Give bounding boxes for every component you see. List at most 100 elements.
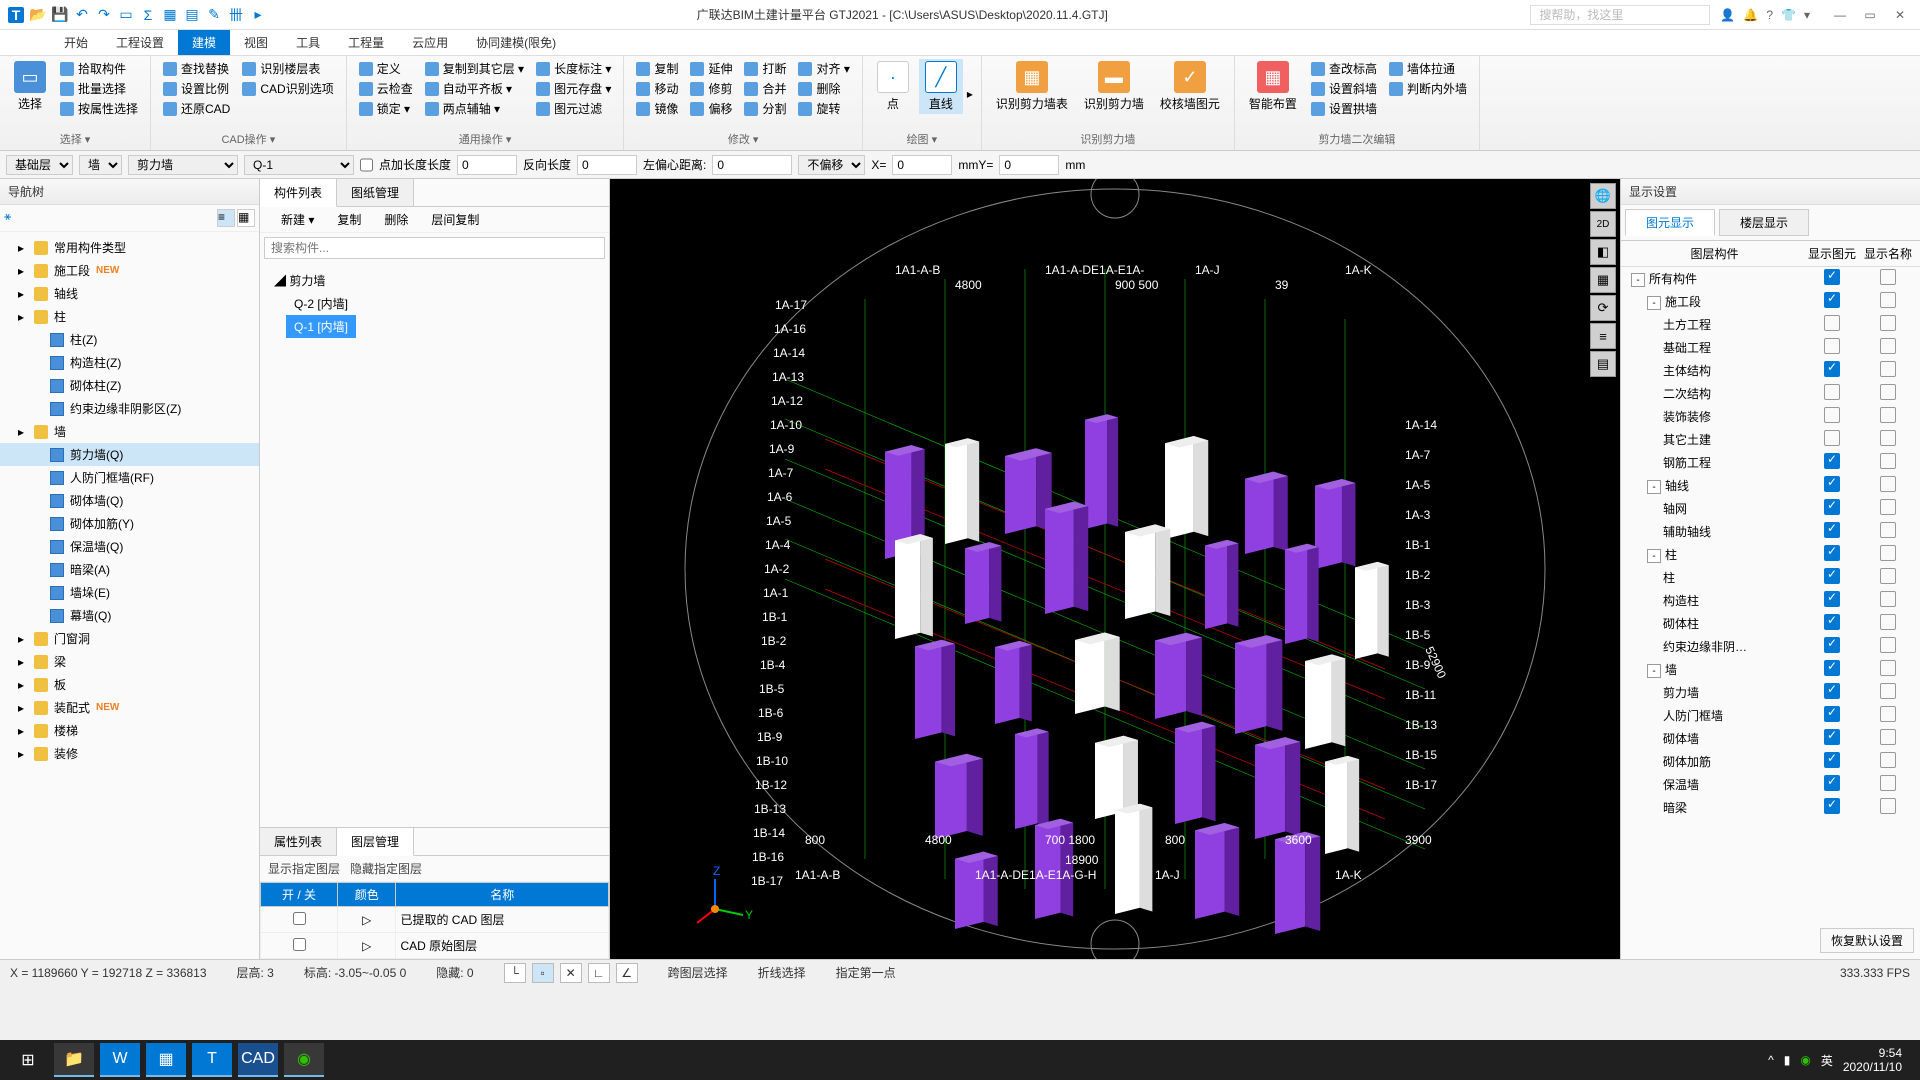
component-tool[interactable]: 删除 bbox=[369, 211, 408, 228]
nav-item[interactable]: 砌体加筋(Y) bbox=[0, 512, 259, 535]
identify-shearwall-button[interactable]: ▬识别剪力墙 bbox=[1078, 59, 1150, 114]
checkbox[interactable] bbox=[1880, 361, 1896, 377]
status-cross-layer[interactable]: 跨图层选择 bbox=[668, 964, 728, 981]
menu-4[interactable]: 工具 bbox=[282, 30, 334, 55]
component-tool[interactable]: 复制 bbox=[322, 211, 361, 228]
redo-icon[interactable]: ↷ bbox=[96, 7, 112, 23]
display-row[interactable]: 暗梁 bbox=[1621, 796, 1920, 819]
checkbox[interactable] bbox=[1824, 407, 1840, 423]
tab-properties[interactable]: 属性列表 bbox=[260, 828, 337, 855]
verify-wall-button[interactable]: ✓校核墙图元 bbox=[1154, 59, 1226, 114]
checkbox[interactable] bbox=[1824, 430, 1840, 446]
taskbar-gtj[interactable]: T bbox=[192, 1043, 232, 1077]
checkbox[interactable] bbox=[1824, 499, 1840, 515]
ribbon-item[interactable]: 两点辅轴 ▾ bbox=[421, 99, 528, 118]
checkbox[interactable] bbox=[1880, 683, 1896, 699]
checkbox[interactable] bbox=[1824, 775, 1840, 791]
nav-filter-icon[interactable]: ⚹ bbox=[4, 209, 11, 227]
floor-select[interactable]: 基础层 bbox=[6, 155, 73, 175]
ribbon-item[interactable]: 定义 bbox=[355, 59, 417, 78]
menu-7[interactable]: 协同建模(限免) bbox=[462, 30, 570, 55]
checkbox[interactable] bbox=[1880, 706, 1896, 722]
checkbox[interactable] bbox=[1880, 430, 1896, 446]
settings-icon[interactable]: ▸ bbox=[250, 7, 266, 23]
report-icon[interactable]: ▦ bbox=[162, 7, 178, 23]
checkbox[interactable] bbox=[1880, 407, 1896, 423]
taskbar-wps[interactable]: W bbox=[100, 1043, 140, 1077]
menu-2[interactable]: 建模 bbox=[178, 30, 230, 55]
ribbon-item[interactable]: 按属性选择 bbox=[56, 99, 142, 118]
snap-angle-icon[interactable]: ∠ bbox=[616, 963, 638, 983]
reverse-length-input[interactable] bbox=[577, 155, 637, 175]
checkbox[interactable] bbox=[1880, 269, 1896, 285]
display-row[interactable]: -施工段 bbox=[1621, 290, 1920, 313]
display-row[interactable]: 钢筋工程 bbox=[1621, 451, 1920, 474]
add-length-checkbox[interactable] bbox=[360, 155, 373, 175]
ribbon-item[interactable]: 判断内外墙 bbox=[1385, 79, 1471, 98]
nav-item[interactable]: ▸门窗洞 bbox=[0, 627, 259, 650]
offset-input[interactable] bbox=[712, 155, 792, 175]
checkbox[interactable] bbox=[1880, 315, 1896, 331]
nav-item[interactable]: ▸板 bbox=[0, 673, 259, 696]
type-select[interactable]: 剪力墙 bbox=[128, 155, 238, 175]
show-layer-button[interactable]: 显示指定图层 bbox=[268, 862, 340, 876]
display-row[interactable]: 装饰装修 bbox=[1621, 405, 1920, 428]
nav-item[interactable]: 墙垛(E) bbox=[0, 581, 259, 604]
start-button[interactable]: ⊞ bbox=[8, 1043, 48, 1077]
display-row[interactable]: 约束边缘非阴… bbox=[1621, 635, 1920, 658]
ribbon-item[interactable]: 复制到其它层 ▾ bbox=[421, 59, 528, 78]
nav-item[interactable]: ▸轴线 bbox=[0, 282, 259, 305]
checkbox[interactable] bbox=[1824, 706, 1840, 722]
checkbox[interactable] bbox=[1880, 729, 1896, 745]
list-view-icon[interactable]: ≡ bbox=[217, 209, 235, 227]
nav-item[interactable]: ▸装修 bbox=[0, 742, 259, 765]
close-button[interactable]: ✕ bbox=[1890, 8, 1910, 22]
ribbon-item[interactable]: 还原CAD bbox=[159, 99, 234, 118]
checkbox[interactable] bbox=[1880, 660, 1896, 676]
y-input[interactable] bbox=[999, 155, 1059, 175]
ribbon-item[interactable]: 批量选择 bbox=[56, 79, 142, 98]
ribbon-item[interactable]: 图元过滤 bbox=[532, 99, 615, 118]
nav-item[interactable]: 构造柱(Z) bbox=[0, 351, 259, 374]
nav-item[interactable]: ▸梁 bbox=[0, 650, 259, 673]
ribbon-item[interactable]: 修剪 bbox=[686, 79, 736, 98]
nav-item[interactable]: ▸装配式 NEW bbox=[0, 696, 259, 719]
nav-item[interactable]: 柱(Z) bbox=[0, 328, 259, 351]
checkbox[interactable] bbox=[1824, 292, 1840, 308]
ribbon-item[interactable]: 锁定 ▾ bbox=[355, 99, 417, 118]
ribbon-item[interactable]: 删除 bbox=[794, 79, 853, 98]
undo-icon[interactable]: ↶ bbox=[74, 7, 90, 23]
search-hint[interactable]: 搜帮助，找这里 bbox=[1530, 5, 1710, 25]
display-row[interactable]: -柱 bbox=[1621, 543, 1920, 566]
nav-item[interactable]: 砌体柱(Z) bbox=[0, 374, 259, 397]
maximize-button[interactable]: ▭ bbox=[1860, 8, 1880, 22]
display-row[interactable]: 二次结构 bbox=[1621, 382, 1920, 405]
checkbox[interactable] bbox=[1880, 637, 1896, 653]
component-search-input[interactable] bbox=[264, 237, 605, 259]
nav-item[interactable]: 保温墙(Q) bbox=[0, 535, 259, 558]
checkbox[interactable] bbox=[1824, 798, 1840, 814]
ribbon-item[interactable]: CAD识别选项 bbox=[238, 79, 337, 98]
more-icon[interactable]: ▾ bbox=[1804, 8, 1810, 22]
nav-item[interactable]: 幕墙(Q) bbox=[0, 604, 259, 627]
ribbon-item[interactable]: 分割 bbox=[740, 99, 790, 118]
checkbox[interactable] bbox=[1824, 361, 1840, 377]
tray-battery-icon[interactable]: ▮ bbox=[1784, 1053, 1791, 1067]
ribbon-item[interactable]: 合并 bbox=[740, 79, 790, 98]
display-row[interactable]: 保温墙 bbox=[1621, 773, 1920, 796]
checkbox[interactable] bbox=[1880, 568, 1896, 584]
taskbar-app1[interactable]: ▦ bbox=[146, 1043, 186, 1077]
nav-item[interactable]: ▸施工段 NEW bbox=[0, 259, 259, 282]
display-row[interactable]: -轴线 bbox=[1621, 474, 1920, 497]
component-tool[interactable]: 层间复制 bbox=[416, 211, 479, 228]
ribbon-item[interactable]: 拾取构件 bbox=[56, 59, 142, 78]
checkbox[interactable] bbox=[1824, 545, 1840, 561]
offset-mode-select[interactable]: 不偏移 bbox=[798, 155, 865, 175]
ribbon-item[interactable]: 墙体拉通 bbox=[1385, 59, 1471, 78]
checkbox[interactable] bbox=[1880, 522, 1896, 538]
point-button[interactable]: ·点 bbox=[871, 59, 915, 114]
tray-clock[interactable]: 9:542020/11/10 bbox=[1843, 1046, 1902, 1075]
open-icon[interactable]: 📂 bbox=[30, 7, 46, 23]
tab-floor-display[interactable]: 楼层显示 bbox=[1719, 209, 1809, 236]
form-icon[interactable]: ▤ bbox=[184, 7, 200, 23]
